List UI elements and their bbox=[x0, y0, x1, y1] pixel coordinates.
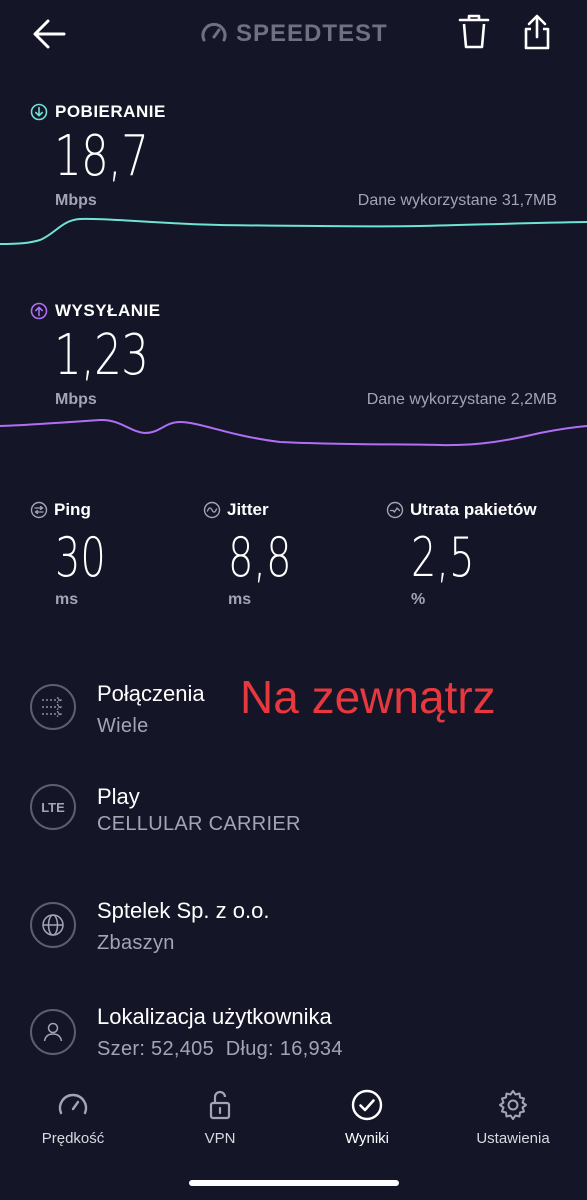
share-button[interactable] bbox=[518, 12, 556, 52]
connections-value: Wiele bbox=[97, 715, 149, 737]
download-graph bbox=[0, 217, 587, 245]
ping-value: 30 bbox=[55, 526, 106, 589]
jitter-header: Jitter bbox=[203, 500, 269, 520]
share-icon bbox=[524, 14, 550, 50]
check-circle-icon bbox=[351, 1089, 383, 1121]
annotation-text: Na zewnątrz bbox=[240, 671, 496, 723]
packet-loss-title: Utrata pakietów bbox=[410, 500, 537, 519]
trash-icon bbox=[458, 14, 490, 49]
upload-title: WYSYŁANIE bbox=[55, 301, 161, 320]
carrier-type: CELLULAR CARRIER bbox=[97, 813, 301, 835]
ping-unit: ms bbox=[55, 591, 79, 608]
carrier-name: Play bbox=[97, 784, 140, 809]
nav-results[interactable]: Wyniki bbox=[312, 1088, 422, 1147]
upload-speed-value: 1,23 bbox=[54, 323, 149, 388]
user-coordinates: Szer: 52,405 Dług: 16,934 bbox=[97, 1038, 343, 1060]
home-indicator[interactable] bbox=[189, 1180, 399, 1186]
upload-graph bbox=[0, 418, 587, 447]
upload-header: WYSYŁANIE bbox=[30, 301, 161, 321]
nav-settings[interactable]: Ustawienia bbox=[458, 1088, 568, 1147]
server-location: Zbaszyn bbox=[97, 932, 175, 954]
speedometer-logo-icon bbox=[201, 22, 227, 42]
user-icon bbox=[30, 1009, 76, 1055]
packet-loss-header: Utrata pakietów bbox=[386, 500, 537, 520]
jitter-unit: ms bbox=[228, 591, 252, 608]
user-location-title: Lokalizacja użytkownika bbox=[97, 1004, 332, 1029]
globe-icon bbox=[30, 902, 76, 948]
unlocked-padlock-icon bbox=[209, 1090, 231, 1120]
arrow-left-icon bbox=[33, 19, 66, 49]
nav-vpn-label: VPN bbox=[204, 1130, 236, 1147]
jitter-icon bbox=[203, 501, 221, 519]
gear-icon bbox=[499, 1090, 527, 1120]
ping-title: Ping bbox=[54, 500, 91, 519]
top-bar: SPEEDTEST bbox=[0, 0, 587, 70]
upload-arrow-icon bbox=[30, 302, 48, 320]
lte-icon: LTE bbox=[30, 784, 76, 830]
packet-loss-unit: % bbox=[411, 591, 426, 608]
speedtest-result-screen: SPEEDTEST POBIERANIE 18,7 Mbps Dane wyko… bbox=[0, 0, 587, 1200]
download-arrow-icon bbox=[30, 103, 48, 121]
nav-settings-label: Ustawienia bbox=[476, 1130, 550, 1147]
download-title: POBIERANIE bbox=[55, 102, 166, 121]
ping-header: Ping bbox=[30, 500, 91, 520]
speedometer-icon bbox=[58, 1093, 88, 1115]
nav-results-label: Wyniki bbox=[344, 1130, 390, 1147]
connections-icon bbox=[30, 684, 76, 730]
nav-vpn[interactable]: VPN bbox=[165, 1088, 275, 1147]
app-brand: SPEEDTEST bbox=[200, 18, 388, 50]
bottom-navigation: Prędkość VPN Wyniki Ustawienia bbox=[0, 1080, 587, 1170]
connections-title: Połączenia bbox=[97, 681, 205, 706]
nav-speed-label: Prędkość bbox=[41, 1130, 105, 1147]
download-speed-value: 18,7 bbox=[54, 124, 149, 189]
packet-loss-icon bbox=[386, 501, 404, 519]
brand-label: SPEEDTEST bbox=[236, 20, 388, 47]
jitter-title: Jitter bbox=[227, 500, 269, 519]
jitter-value: 8,8 bbox=[228, 526, 292, 589]
packet-loss-value: 2,5 bbox=[411, 526, 475, 589]
ping-icon bbox=[30, 501, 48, 519]
lte-badge: LTE bbox=[41, 799, 65, 815]
server-name[interactable]: Sptelek Sp. z o.o. bbox=[97, 898, 269, 924]
delete-button[interactable] bbox=[456, 12, 492, 52]
back-button[interactable] bbox=[30, 14, 70, 54]
nav-speed[interactable]: Prędkość bbox=[18, 1088, 128, 1147]
download-header: POBIERANIE bbox=[30, 102, 166, 122]
